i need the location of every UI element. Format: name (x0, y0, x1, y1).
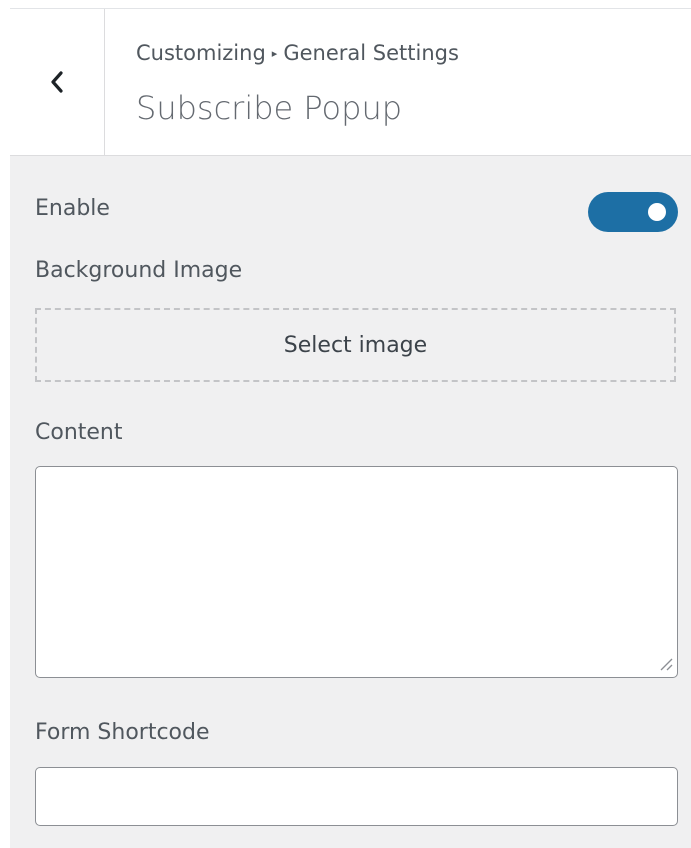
select-image-button[interactable]: Select image (35, 308, 676, 382)
form-shortcode-input[interactable] (35, 767, 678, 826)
breadcrumb-parent: Customizing (136, 41, 266, 65)
customizer-panel: Customizing ▸ General Settings Subscribe P… (10, 0, 691, 848)
enable-label: Enable (35, 196, 110, 221)
background-image-label: Background Image (35, 258, 243, 283)
content-textarea[interactable] (35, 466, 678, 678)
settings-body: Enable Background Image Select image Con… (10, 156, 691, 848)
section-header: Customizing ▸ General Settings Subscribe P… (10, 9, 691, 156)
content-label: Content (35, 420, 123, 445)
chevron-left-icon (49, 69, 65, 95)
page-title: Subscribe Popup (136, 89, 403, 127)
back-button[interactable] (10, 9, 105, 155)
breadcrumb: Customizing ▸ General Settings (136, 41, 459, 65)
breadcrumb-section: General Settings (283, 41, 459, 65)
form-shortcode-label: Form Shortcode (35, 720, 210, 745)
toggle-knob (648, 203, 666, 221)
enable-toggle[interactable] (588, 192, 678, 232)
breadcrumb-separator-icon: ▸ (271, 47, 278, 60)
resize-handle-icon[interactable] (658, 656, 674, 672)
